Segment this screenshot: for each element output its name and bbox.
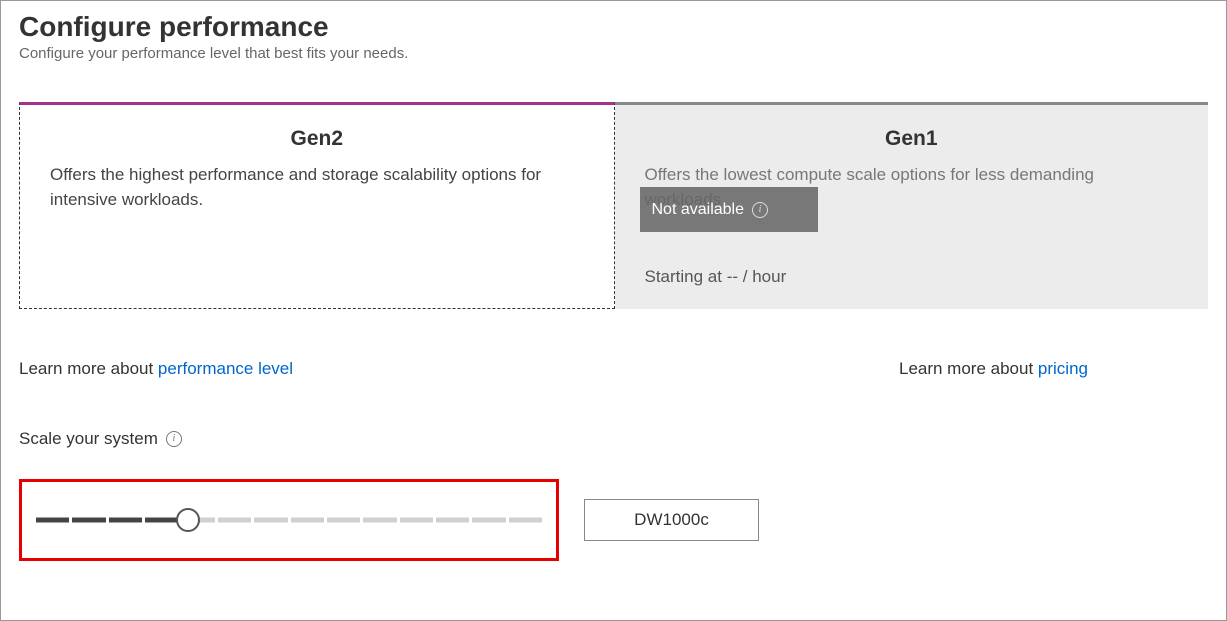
tier-selector: Gen2 Offers the highest performance and …: [19, 102, 1208, 309]
slider-fill: [36, 518, 188, 523]
learn-pricing-prefix: Learn more about: [899, 359, 1038, 378]
info-icon[interactable]: i: [752, 202, 768, 218]
tier-gen2[interactable]: Gen2 Offers the highest performance and …: [19, 102, 615, 309]
page-subtitle: Configure your performance level that be…: [19, 45, 1208, 62]
learn-performance: Learn more about performance level: [19, 359, 293, 379]
tier-gen2-desc: Offers the highest performance and stora…: [50, 163, 584, 212]
scale-label: Scale your system i: [19, 429, 1208, 449]
not-available-text: Not available: [652, 201, 745, 219]
scale-value-display: DW1000c: [584, 499, 759, 541]
learn-pricing: Learn more about pricing: [899, 359, 1088, 379]
learn-perf-prefix: Learn more about: [19, 359, 158, 378]
tier-gen1-title: Gen1: [645, 127, 1179, 151]
learn-more-row: Learn more about performance level Learn…: [19, 359, 1208, 379]
slider-handle[interactable]: [176, 508, 200, 532]
slider-highlight: [19, 479, 559, 561]
scale-slider[interactable]: [36, 510, 542, 530]
scale-label-text: Scale your system: [19, 429, 158, 449]
page-title: Configure performance: [19, 11, 1208, 43]
not-available-overlay: Not available i: [640, 187, 818, 232]
scale-row: DW1000c: [19, 479, 1208, 561]
tier-gen1-pricing: Starting at -- / hour: [645, 267, 1179, 287]
pricing-link[interactable]: pricing: [1038, 359, 1088, 378]
info-icon[interactable]: i: [166, 431, 182, 447]
performance-level-link[interactable]: performance level: [158, 359, 293, 378]
tier-gen1: Gen1 Offers the lowest compute scale opt…: [615, 102, 1209, 309]
tier-gen2-title: Gen2: [50, 127, 584, 151]
